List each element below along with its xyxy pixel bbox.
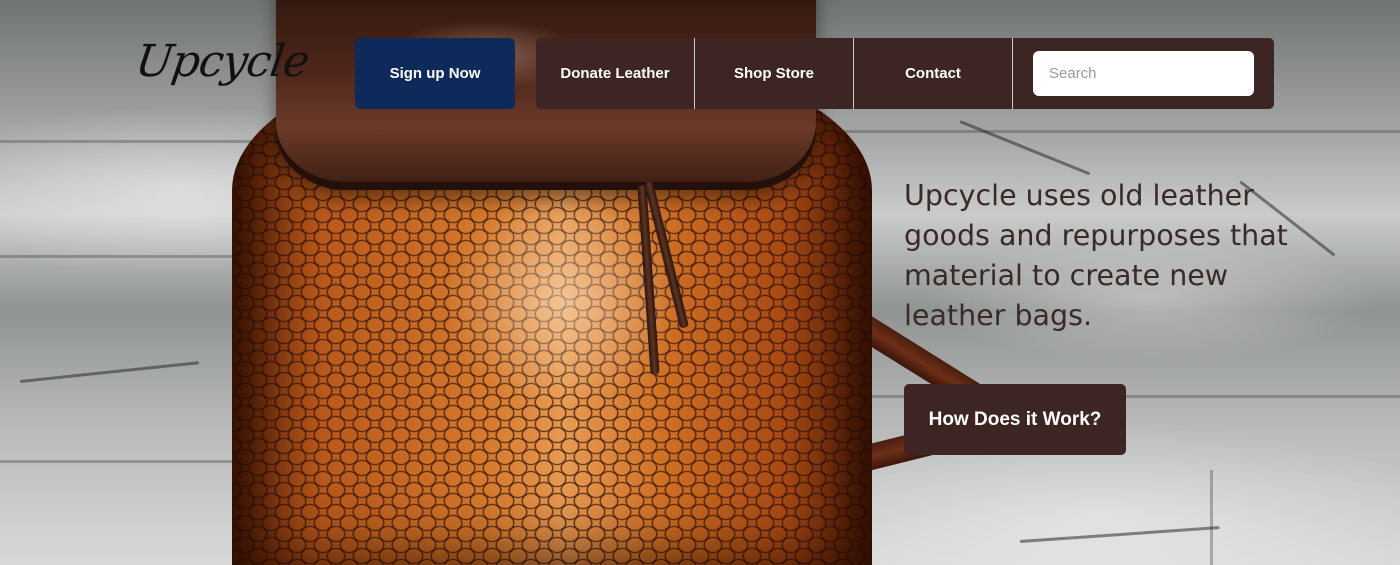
hero-tagline: Upcycle uses old leather goods and repur… xyxy=(904,179,1288,332)
search-container xyxy=(1013,38,1274,109)
stone-seam xyxy=(820,130,1400,133)
stone-seam xyxy=(1210,470,1213,565)
stone-seam xyxy=(0,255,260,258)
nav-donate-leather[interactable]: Donate Leather xyxy=(536,38,695,109)
stone-seam xyxy=(0,460,240,463)
stone-crack xyxy=(1019,526,1220,543)
sign-up-button[interactable]: Sign up Now xyxy=(355,38,515,109)
nav-contact[interactable]: Contact xyxy=(854,38,1013,109)
brand-logo[interactable]: Upcycle xyxy=(132,36,312,87)
stone-crack xyxy=(959,120,1091,176)
stone-crack xyxy=(19,361,200,383)
search-input[interactable] xyxy=(1033,51,1254,96)
main-navigation: Donate Leather Shop Store Contact xyxy=(536,38,1274,109)
how-does-it-work-button[interactable]: How Does it Work? xyxy=(904,384,1126,455)
nav-shop-store[interactable]: Shop Store xyxy=(695,38,854,109)
